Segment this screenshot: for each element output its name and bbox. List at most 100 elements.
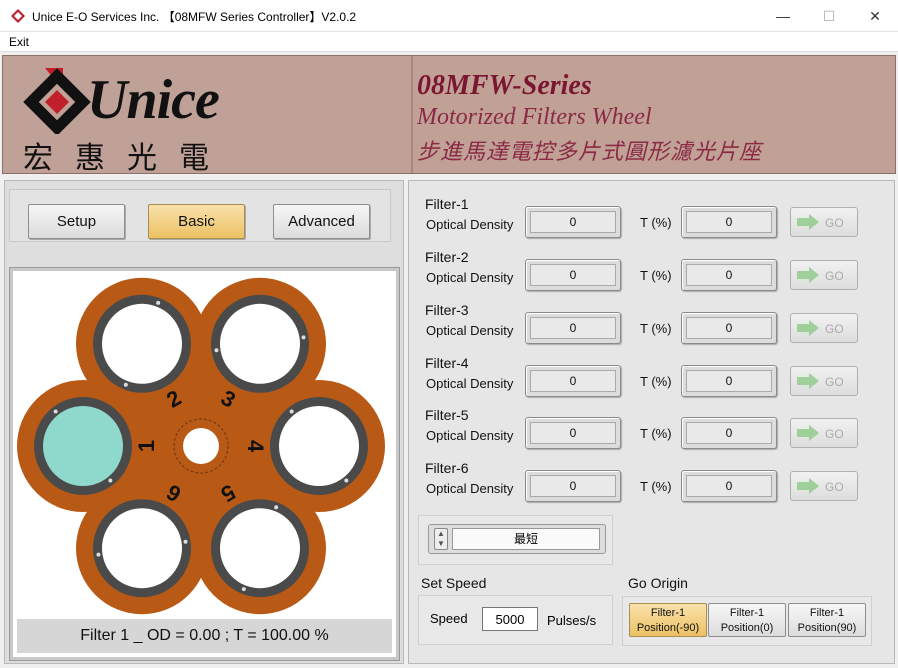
origin-button-line1: Filter-1 xyxy=(729,607,765,619)
filter-2-t-field[interactable]: 0 xyxy=(681,259,777,291)
filter-6-od-field[interactable]: 0 xyxy=(525,470,621,502)
filter-6-go-button[interactable]: GO xyxy=(790,471,858,501)
screw-dot xyxy=(214,348,219,353)
filter-1-t-value: 0 xyxy=(686,211,772,233)
filter-6-t-value: 0 xyxy=(686,475,772,497)
filter-3-t-field[interactable]: 0 xyxy=(681,312,777,344)
filter-6-title: Filter-6 xyxy=(425,460,469,476)
minimize-button[interactable]: — xyxy=(760,0,806,32)
basic-button[interactable]: Basic xyxy=(148,204,245,239)
filter-2-t-value: 0 xyxy=(686,264,772,286)
product-chinese: 步進馬達電控多片式圓形濾光片座 xyxy=(417,139,763,164)
filter-slot-3 xyxy=(220,303,300,384)
filter-5-t-label: T (%) xyxy=(640,426,672,441)
origin-button-line2: Position(0) xyxy=(720,622,774,634)
screw-dot xyxy=(108,478,113,483)
filter-slot-2 xyxy=(102,303,182,384)
filter-1-go-button[interactable]: GO xyxy=(790,207,858,237)
filter-1-t-label: T (%) xyxy=(640,215,672,230)
go-label: GO xyxy=(825,427,844,441)
speed-input[interactable] xyxy=(482,607,538,631)
filter-5-od-field[interactable]: 0 xyxy=(525,417,621,449)
filter-5-title: Filter-5 xyxy=(425,407,469,423)
filter-4-go-button[interactable]: GO xyxy=(790,366,858,396)
filter-3-od-field[interactable]: 0 xyxy=(525,312,621,344)
screw-dot xyxy=(156,300,161,305)
origin-0-button[interactable]: Filter-1 Position(0) xyxy=(708,603,786,637)
go-label: GO xyxy=(825,322,844,336)
filter-1-od-value: 0 xyxy=(530,211,616,233)
filter-5-od-label: Optical Density xyxy=(426,428,514,443)
screw-dot xyxy=(183,539,188,544)
filter-4-od-value: 0 xyxy=(530,370,616,392)
filter-4-od-label: Optical Density xyxy=(426,376,514,391)
filter-4-t-label: T (%) xyxy=(640,374,672,389)
origin-90-button[interactable]: Filter-1 Position(90) xyxy=(788,603,866,637)
filter-2-go-button[interactable]: GO xyxy=(790,260,858,290)
filter-2-od-field[interactable]: 0 xyxy=(525,259,621,291)
screw-dot xyxy=(274,505,279,510)
filter-3-go-button[interactable]: GO xyxy=(790,313,858,343)
arrow-right-icon xyxy=(797,478,819,494)
advanced-button[interactable]: Advanced xyxy=(273,204,370,239)
screw-dot xyxy=(301,335,306,340)
filter-3-od-value: 0 xyxy=(530,317,616,339)
arrow-right-icon xyxy=(797,267,819,283)
logo-area: Unice 宏惠光電 xyxy=(3,56,411,175)
logo-wordmark: Unice xyxy=(87,69,220,131)
filter-6-t-label: T (%) xyxy=(640,479,672,494)
hub-hole xyxy=(183,428,219,464)
filter-4-od-field[interactable]: 0 xyxy=(525,365,621,397)
filter-3-t-value: 0 xyxy=(686,317,772,339)
filter-2-od-label: Optical Density xyxy=(426,270,514,285)
filter-3-t-label: T (%) xyxy=(640,321,672,336)
product-name: Motorized Filters Wheel xyxy=(417,104,652,130)
set-speed-title: Set Speed xyxy=(421,575,487,591)
filter-4-t-value: 0 xyxy=(686,370,772,392)
title-bar: Unice E-O Services Inc. 【08MFW Series Co… xyxy=(0,0,898,32)
wheel-status-bar: Filter 1 _ OD = 0.00 ; T = 100.00 % xyxy=(17,619,392,653)
origin-button-line1: Filter-1 xyxy=(809,607,845,619)
window-title: Unice E-O Services Inc. 【08MFW Series Co… xyxy=(32,10,357,24)
banner-divider xyxy=(411,56,413,173)
setup-button[interactable]: Setup xyxy=(28,204,125,239)
series-name: 08MFW-Series xyxy=(417,70,592,101)
speed-mode-value[interactable]: 最短 xyxy=(452,528,600,550)
filter-wheel-diagram: 12 3456 xyxy=(17,277,385,615)
filter-6-t-field[interactable]: 0 xyxy=(681,470,777,502)
logo-chinese: 宏惠光電 xyxy=(23,142,231,175)
filter-slot-4 xyxy=(279,406,359,486)
go-origin-title: Go Origin xyxy=(628,575,688,591)
filter-2-od-value: 0 xyxy=(530,264,616,286)
speed-unit: Pulses/s xyxy=(547,613,597,628)
origin-minus90-button[interactable]: Filter-1 Position(-90) xyxy=(629,603,707,637)
filter-4-t-field[interactable]: 0 xyxy=(681,365,777,397)
go-label: GO xyxy=(825,480,844,494)
position-label-4: 4 xyxy=(243,440,268,453)
filter-2-t-label: T (%) xyxy=(640,268,672,283)
maximize-button[interactable]: ☐ xyxy=(806,0,852,32)
filter-6-od-label: Optical Density xyxy=(426,481,514,496)
origin-button-line1: Filter-1 xyxy=(650,607,686,619)
filter-5-od-value: 0 xyxy=(530,422,616,444)
screw-dot xyxy=(241,587,246,592)
go-label: GO xyxy=(825,269,844,283)
filter-5-t-field[interactable]: 0 xyxy=(681,417,777,449)
close-button[interactable]: ✕ xyxy=(852,0,898,32)
screw-dot xyxy=(53,409,58,414)
menu-item-exit[interactable]: Exit xyxy=(9,35,29,49)
go-label: GO xyxy=(825,216,844,230)
filter-5-t-value: 0 xyxy=(686,422,772,444)
screw-dot xyxy=(123,382,128,387)
filter-1-t-field[interactable]: 0 xyxy=(681,206,777,238)
filter-slot-5 xyxy=(220,508,300,589)
filter-3-od-label: Optical Density xyxy=(426,323,514,338)
origin-button-line2: Position(90) xyxy=(797,622,857,634)
menu-bar: Exit xyxy=(0,32,898,52)
speed-mode-spinner[interactable]: ▲ ▼ xyxy=(434,528,448,550)
arrow-right-icon xyxy=(797,425,819,441)
screw-dot xyxy=(96,552,101,557)
filter-wheel-view: 123456 Filter 1 _ OD = 0.00 ; T = 100.00… xyxy=(9,267,400,661)
filter-5-go-button[interactable]: GO xyxy=(790,418,858,448)
filter-1-od-field[interactable]: 0 xyxy=(525,206,621,238)
